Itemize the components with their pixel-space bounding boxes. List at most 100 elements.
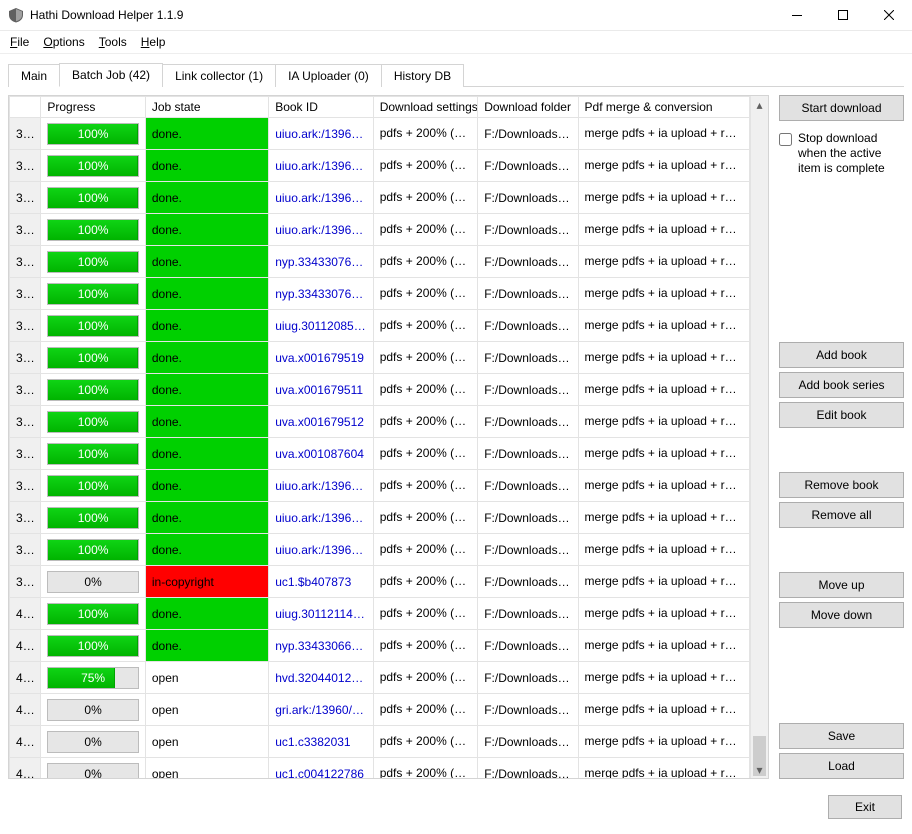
maximize-button[interactable] (820, 0, 866, 30)
book-id[interactable]: uva.x001679512 (269, 406, 374, 438)
move-up-button[interactable]: Move up (779, 572, 904, 598)
tab-main[interactable]: Main (8, 64, 60, 87)
table-row[interactable]: 395100%done.uva.x001087604pdfs + 200% (1… (10, 438, 750, 470)
progress-cell: 100% (41, 278, 146, 310)
start-download-button[interactable]: Start download (779, 95, 904, 121)
table-row[interactable]: 4050%openuc1.c004122786pdfs + 200% (192d… (10, 758, 750, 779)
col-progress[interactable]: Progress (41, 97, 146, 118)
scroll-up-icon[interactable]: ▴ (751, 96, 768, 113)
add-book-series-button[interactable]: Add book series (779, 372, 904, 398)
book-id[interactable]: nyp.3343306657... (269, 630, 374, 662)
table-row[interactable]: 391100%done.uiug.301120852...pdfs + 200%… (10, 310, 750, 342)
move-down-button[interactable]: Move down (779, 602, 904, 628)
save-button[interactable]: Save (779, 723, 904, 749)
book-id[interactable]: nyp.3343307601... (269, 246, 374, 278)
row-number[interactable]: 402 (10, 662, 41, 694)
remove-all-button[interactable]: Remove all (779, 502, 904, 528)
row-number[interactable]: 405 (10, 758, 41, 779)
row-number[interactable]: 390 (10, 278, 41, 310)
book-id[interactable]: hvd.3204401263... (269, 662, 374, 694)
tab-ia-uploader-0-[interactable]: IA Uploader (0) (275, 64, 382, 87)
row-number[interactable]: 388 (10, 214, 41, 246)
row-number[interactable]: 389 (10, 246, 41, 278)
row-number[interactable]: 385 (10, 118, 41, 150)
book-id[interactable]: uva.x001087604 (269, 438, 374, 470)
menu-file[interactable]: File (4, 33, 35, 51)
table-row[interactable]: 397100%done.uiuo.ark:/13960/t...pdfs + 2… (10, 502, 750, 534)
table-row[interactable]: 393100%done.uva.x001679511pdfs + 200% (1… (10, 374, 750, 406)
row-number[interactable]: 399 (10, 566, 41, 598)
add-book-button[interactable]: Add book (779, 342, 904, 368)
row-number[interactable]: 393 (10, 374, 41, 406)
table-row[interactable]: 40275%openhvd.3204401263...pdfs + 200% (… (10, 662, 750, 694)
book-id[interactable]: uiuo.ark:/13960/t... (269, 150, 374, 182)
vertical-scrollbar[interactable]: ▴ ▾ (750, 96, 768, 778)
col-merge[interactable]: Pdf merge & conversion (578, 97, 749, 118)
tab-batch-job-42-[interactable]: Batch Job (42) (59, 63, 163, 87)
table-row[interactable]: 387100%done.uiuo.ark:/13960/t...pdfs + 2… (10, 182, 750, 214)
book-id[interactable]: uiuo.ark:/13960/t... (269, 534, 374, 566)
col-rownum[interactable] (10, 97, 41, 118)
book-id[interactable]: uiug.3011211488... (269, 598, 374, 630)
minimize-button[interactable] (774, 0, 820, 30)
col-bookid[interactable]: Book ID (269, 97, 374, 118)
scroll-down-icon[interactable]: ▾ (751, 761, 768, 778)
table-row[interactable]: 400100%done.uiug.3011211488...pdfs + 200… (10, 598, 750, 630)
progress-cell: 100% (41, 246, 146, 278)
book-id[interactable]: uiuo.ark:/13960/t... (269, 182, 374, 214)
table-row[interactable]: 390100%done.nyp.3343307601...pdfs + 200%… (10, 278, 750, 310)
table-row[interactable]: 4030%opengri.ark:/13960/t0...pdfs + 200%… (10, 694, 750, 726)
table-row[interactable]: 392100%done.uva.x001679519pdfs + 200% (1… (10, 342, 750, 374)
tab-history-db[interactable]: History DB (381, 64, 464, 87)
tab-link-collector-1-[interactable]: Link collector (1) (162, 64, 276, 87)
table-row[interactable]: 385100%done.uiuo.ark:/13960/t...pdfs + 2… (10, 118, 750, 150)
col-settings[interactable]: Download settings (373, 97, 478, 118)
table-row[interactable]: 394100%done.uva.x001679512pdfs + 200% (1… (10, 406, 750, 438)
row-number[interactable]: 397 (10, 502, 41, 534)
table-row[interactable]: 4040%openuc1.c3382031pdfs + 200% (192dpi… (10, 726, 750, 758)
book-id[interactable]: uva.x001679519 (269, 342, 374, 374)
row-number[interactable]: 398 (10, 534, 41, 566)
row-number[interactable]: 400 (10, 598, 41, 630)
book-id[interactable]: uiug.301120852... (269, 310, 374, 342)
remove-book-button[interactable]: Remove book (779, 472, 904, 498)
row-number[interactable]: 391 (10, 310, 41, 342)
book-id[interactable]: uva.x001679511 (269, 374, 374, 406)
close-button[interactable] (866, 0, 912, 30)
book-id[interactable]: uiuo.ark:/13960/t... (269, 118, 374, 150)
row-number[interactable]: 394 (10, 406, 41, 438)
menu-tools[interactable]: Tools (93, 33, 133, 51)
exit-button[interactable]: Exit (828, 795, 902, 819)
table-row[interactable]: 388100%done.uiuo.ark:/13960/t...pdfs + 2… (10, 214, 750, 246)
col-state[interactable]: Job state (145, 97, 268, 118)
menu-help[interactable]: Help (135, 33, 172, 51)
book-id[interactable]: uc1.c3382031 (269, 726, 374, 758)
book-id[interactable]: nyp.3343307601... (269, 278, 374, 310)
table-row[interactable]: 386100%done.uiuo.ark:/13960/t...pdfs + 2… (10, 150, 750, 182)
row-number[interactable]: 392 (10, 342, 41, 374)
book-id[interactable]: uc1.$b407873 (269, 566, 374, 598)
table-row[interactable]: 401100%done.nyp.3343306657...pdfs + 200%… (10, 630, 750, 662)
edit-book-button[interactable]: Edit book (779, 402, 904, 428)
table-row[interactable]: 389100%done.nyp.3343307601...pdfs + 200%… (10, 246, 750, 278)
book-id[interactable]: uiuo.ark:/13960/t... (269, 502, 374, 534)
book-id[interactable]: uiuo.ark:/13960/t... (269, 214, 374, 246)
row-number[interactable]: 387 (10, 182, 41, 214)
row-number[interactable]: 395 (10, 438, 41, 470)
table-row[interactable]: 398100%done.uiuo.ark:/13960/t...pdfs + 2… (10, 534, 750, 566)
table-row[interactable]: 3990%in-copyrightuc1.$b407873pdfs + 200%… (10, 566, 750, 598)
row-number[interactable]: 404 (10, 726, 41, 758)
row-number[interactable]: 396 (10, 470, 41, 502)
book-id[interactable]: uiuo.ark:/13960/t... (269, 470, 374, 502)
book-id[interactable]: gri.ark:/13960/t0... (269, 694, 374, 726)
row-number[interactable]: 403 (10, 694, 41, 726)
stop-when-complete-checkbox[interactable] (779, 133, 792, 146)
book-id[interactable]: uc1.c004122786 (269, 758, 374, 779)
stop-when-complete-option[interactable]: Stop download when the active item is co… (779, 131, 904, 176)
menu-options[interactable]: Options (37, 33, 90, 51)
col-folder[interactable]: Download folder (478, 97, 578, 118)
row-number[interactable]: 401 (10, 630, 41, 662)
row-number[interactable]: 386 (10, 150, 41, 182)
table-row[interactable]: 396100%done.uiuo.ark:/13960/t...pdfs + 2… (10, 470, 750, 502)
load-button[interactable]: Load (779, 753, 904, 779)
